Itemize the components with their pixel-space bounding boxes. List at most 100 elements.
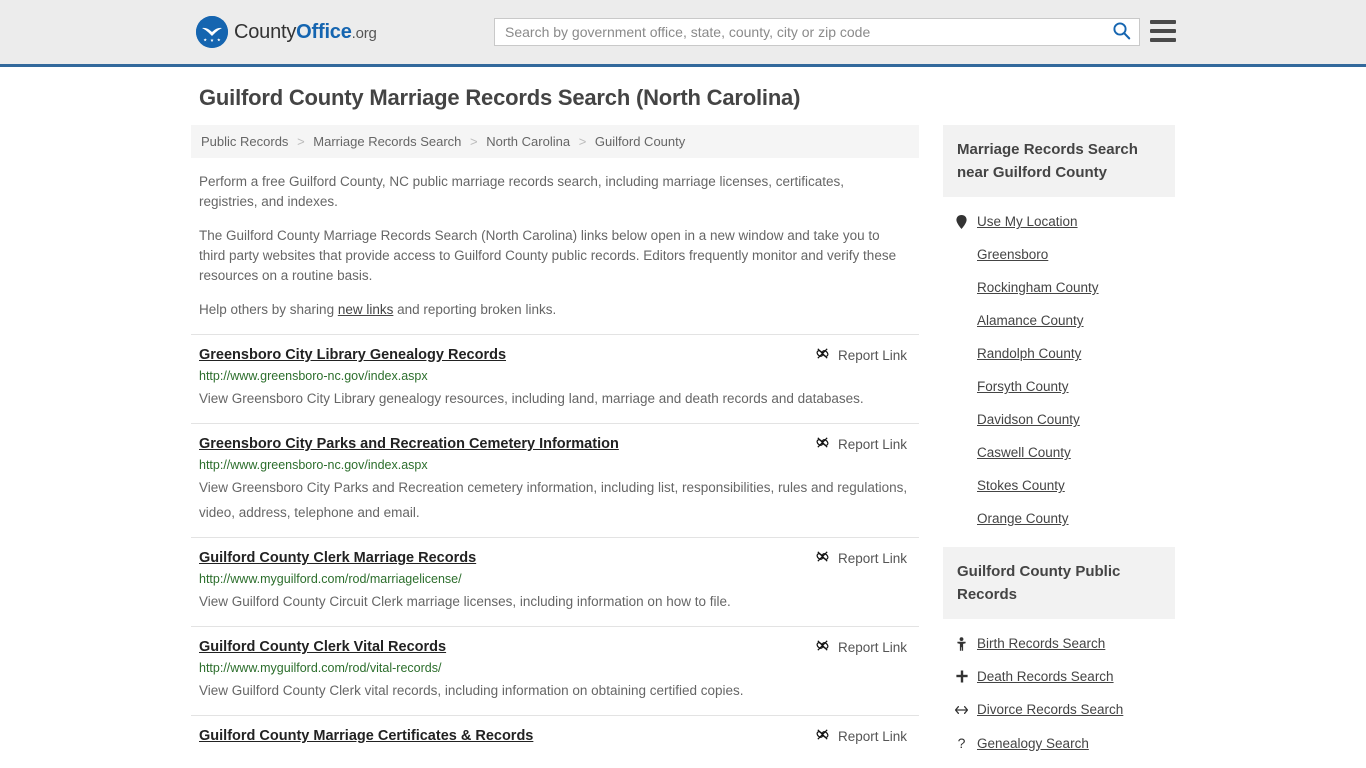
result-header: Greensboro City Parks and Recreation Cem… [199,434,919,454]
sidebar-link[interactable]: Stokes County [977,478,1065,493]
breadcrumb-separator: > [578,134,587,149]
result-title-link[interactable]: Greensboro City Parks and Recreation Cem… [199,434,619,454]
logo-text-office: Office [296,20,352,43]
intro-paragraph-3: Help others by sharing new links and rep… [199,300,899,320]
result-item: Guilford County Clerk Marriage Records R… [191,537,919,626]
report-link-label: Report Link [837,550,907,566]
broken-link-icon [815,549,830,567]
result-url: http://www.myguilford.com/rod/vital-reco… [199,661,442,675]
breadcrumb-item-north-carolina[interactable]: North Carolina [486,134,570,149]
search-bar[interactable] [494,18,1140,46]
broken-link-icon [815,435,830,453]
sidebar-public-records-list: Birth Records Search Death Records Searc… [943,619,1175,760]
result-item: Greensboro City Parks and Recreation Cem… [191,423,919,537]
sidebar-link[interactable]: Rockingham County [977,280,1099,295]
sidebar-link[interactable]: Divorce Records Search [977,702,1123,717]
logo-text-org: .org [351,24,377,42]
result-url: http://www.myguilford.com/rod/marriageli… [199,572,462,586]
sidebar-item-stokes-county[interactable]: Stokes County [943,469,1175,502]
breadcrumb-item-public-records[interactable]: Public Records [201,134,288,149]
sidebar-item-birth-records-search[interactable]: Birth Records Search [943,627,1175,660]
sidebar-item-forsyth-county[interactable]: Forsyth County [943,370,1175,403]
result-header: Guilford County Marriage Certificates & … [199,726,919,746]
intro-paragraph-2: The Guilford County Marriage Records Sea… [199,228,897,283]
report-link-label: Report Link [837,347,907,363]
sidebar-item-genealogy-search[interactable]: ? Genealogy Search [943,726,1175,760]
sidebar-link[interactable]: Davidson County [977,412,1080,427]
breadcrumb-separator: > [470,134,478,149]
sidebar-item-davidson-county[interactable]: Davidson County [943,403,1175,436]
sidebar-link[interactable]: Birth Records Search [977,636,1105,651]
logo-wordmark: CountyOffice.org [234,21,377,44]
result-title-link[interactable]: Greensboro City Library Genealogy Record… [199,345,506,365]
cross-icon [955,670,968,683]
page-title: Guilford County Marriage Records Search … [199,85,801,110]
result-description: View Greensboro City Library genealogy r… [199,391,864,406]
hamburger-bar [1150,20,1176,24]
sidebar-link[interactable]: Greensboro [977,247,1048,262]
result-header: Greensboro City Library Genealogy Record… [199,345,919,365]
hamburger-bar [1150,38,1176,42]
sidebar-item-death-records-search[interactable]: Death Records Search [943,660,1175,693]
result-url: http://www.greensboro-nc.gov/index.aspx [199,369,428,383]
sidebar-link[interactable]: Forsyth County [977,379,1069,394]
sidebar-nearby-header: Marriage Records Search near Guilford Co… [943,125,1175,197]
left-right-arrow-icon [955,705,968,715]
sidebar-item-use-my-location[interactable]: Use My Location [943,205,1175,238]
site-header: CountyOffice.org [0,0,1366,67]
sidebar-item-alamance-county[interactable]: Alamance County [943,304,1175,337]
sidebar-item-rockingham-county[interactable]: Rockingham County [943,271,1175,304]
sidebar-link[interactable]: Genealogy Search [977,736,1089,751]
sidebar-section-gap [943,535,1175,547]
sidebar-item-greensboro[interactable]: Greensboro [943,238,1175,271]
result-url: http://www.greensboro-nc.gov/index.aspx [199,458,428,472]
hamburger-bar [1150,29,1176,33]
sidebar-item-caswell-county[interactable]: Caswell County [943,436,1175,469]
search-input[interactable] [495,19,1103,45]
question-mark-icon: ? [957,735,966,751]
search-button[interactable] [1103,19,1139,45]
sidebar-link[interactable]: Caswell County [977,445,1071,460]
new-links-link[interactable]: new links [338,302,394,317]
sidebar-link[interactable]: Use My Location [977,214,1078,229]
breadcrumb-item-marriage-records-search[interactable]: Marriage Records Search [313,134,461,149]
report-link-button[interactable]: Report Link [815,637,907,656]
sidebar-item-randolph-county[interactable]: Randolph County [943,337,1175,370]
intro-paragraph-3-post: and reporting broken links. [393,302,557,317]
map-pin-icon [955,214,968,229]
site-logo[interactable]: CountyOffice.org [196,16,377,48]
sidebar-link[interactable]: Alamance County [977,313,1084,328]
report-link-button[interactable]: Report Link [815,345,907,364]
result-item: Guilford County Marriage Certificates & … [191,715,919,758]
result-title-link[interactable]: Guilford County Marriage Certificates & … [199,726,533,746]
breadcrumb-separator: > [297,134,305,149]
hamburger-menu-icon[interactable] [1150,20,1176,42]
sidebar-link[interactable]: Death Records Search [977,669,1114,684]
logo-text-county: County [234,20,297,43]
report-link-label: Report Link [837,436,907,452]
sidebar-item-orange-county[interactable]: Orange County [943,502,1175,535]
broken-link-icon [815,638,830,656]
result-header: Guilford County Clerk Vital Records Repo… [199,637,919,657]
intro-paragraph-3-pre: Help others by sharing [199,302,338,317]
result-title-link[interactable]: Guilford County Clerk Vital Records [199,637,446,657]
result-item: Greensboro City Library Genealogy Record… [191,334,919,423]
report-link-button[interactable]: Report Link [815,726,907,745]
sidebar: Marriage Records Search near Guilford Co… [943,125,1175,760]
sidebar-link[interactable]: Randolph County [977,346,1081,361]
report-link-button[interactable]: Report Link [815,434,907,453]
report-link-button[interactable]: Report Link [815,548,907,567]
page-body: Guilford County Marriage Records Search … [0,67,1366,760]
sidebar-link[interactable]: Orange County [977,511,1069,526]
eagle-shield-icon [196,16,228,48]
report-link-label: Report Link [837,639,907,655]
result-description: View Greensboro City Parks and Recreatio… [199,480,908,520]
report-link-label: Report Link [837,728,907,744]
sidebar-nearby-list: Use My Location Greensboro Rockingham Co… [943,197,1175,535]
intro-paragraph-1: Perform a free Guilford County, NC publi… [199,174,845,209]
result-title-link[interactable]: Guilford County Clerk Marriage Records [199,548,476,568]
broken-link-icon [815,346,830,364]
sidebar-item-divorce-records-search[interactable]: Divorce Records Search [943,693,1175,726]
main-content: Public Records > Marriage Records Search… [191,125,919,758]
breadcrumb-item-guilford-county[interactable]: Guilford County [595,134,685,149]
